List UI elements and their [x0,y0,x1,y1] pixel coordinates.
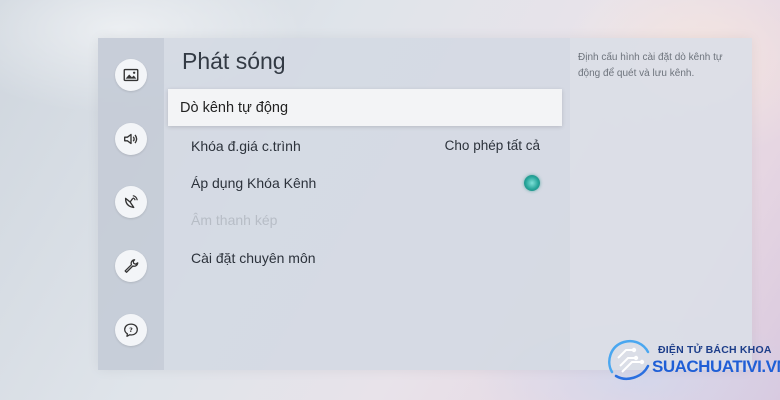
watermark-site-line: SUACHUATIVI.VN [652,357,780,376]
settings-category-rail: ? [98,38,164,370]
broadcast-menu: Phát sóng Dò kênh tự động Khóa đ.giá c.t… [164,38,570,370]
settings-panel: ? Phát sóng Dò kênh tự động Khóa đ.giá c… [98,38,752,370]
menu-item-expert-settings[interactable]: Cài đặt chuyên môn [168,239,562,276]
rail-item-broadcast[interactable] [115,186,147,218]
rail-item-general[interactable] [115,250,147,282]
help-text: Định cấu hình cài đặt dò kênh tự động để… [578,52,723,79]
toggle-on-indicator[interactable] [524,174,540,191]
menu-item-program-rating-lock[interactable]: Khóa đ.giá c.trình Cho phép tất cả [168,127,562,164]
menu-item-value: Cho phép tất cả [444,138,540,153]
watermark: ĐIỆN TỬ BÁCH KHOA SUACHUATIVI.VN [606,336,780,384]
broadcast-icon [124,195,138,209]
sound-icon [124,133,138,145]
rail-item-sound[interactable] [115,123,147,155]
menu-item-apply-channel-lock[interactable]: Áp dụng Khóa Kênh [168,164,562,201]
menu-item-dual-audio: Âm thanh kép [168,201,562,238]
help-panel: Định cấu hình cài đặt dò kênh tự động để… [570,38,752,370]
rail-item-support[interactable]: ? [115,314,147,346]
menu-item-auto-tuning[interactable]: Dò kênh tự động [168,89,562,126]
support-icon: ? [124,323,138,337]
menu-item-label: Dò kênh tự động [180,99,289,116]
watermark-brand-line: ĐIỆN TỬ BÁCH KHOA [658,344,772,356]
circuit-logo-icon [608,339,650,380]
picture-icon [123,68,139,82]
wrench-icon [124,259,139,273]
menu-title: Phát sóng [182,48,286,74]
menu-item-label: Khóa đ.giá c.trình [191,137,301,154]
menu-item-label: Cài đặt chuyên môn [191,249,316,266]
menu-item-label: Áp dụng Khóa Kênh [191,174,317,191]
rail-item-picture[interactable] [115,59,147,91]
menu-item-label: Âm thanh kép [191,211,278,228]
svg-text:?: ? [129,327,133,334]
